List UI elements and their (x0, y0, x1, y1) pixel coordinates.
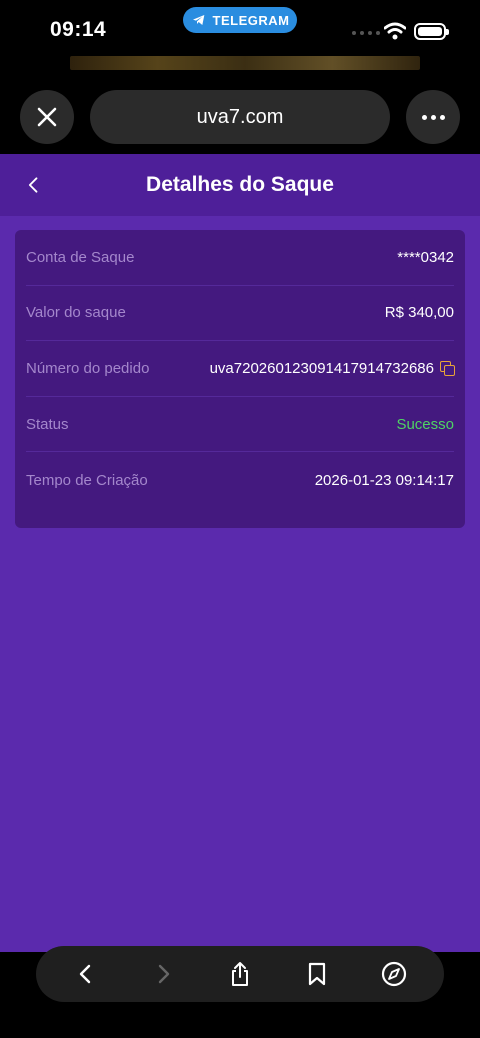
detail-label: Número do pedido (26, 359, 150, 377)
share-button[interactable] (220, 954, 260, 994)
compass-icon (381, 961, 406, 987)
telegram-label: TELEGRAM (212, 12, 290, 28)
back-to-telegram-pill[interactable]: TELEGRAM (183, 7, 297, 33)
wifi-icon (384, 22, 406, 40)
battery-icon (414, 23, 449, 40)
detail-label: Valor do saque (26, 304, 126, 322)
close-icon (37, 107, 57, 127)
order-number-value: uva72026012309141791473268​6 (209, 359, 455, 377)
detail-value: 2026-01-23 09:14:17 (314, 471, 454, 489)
status-badge: Sucesso (396, 415, 454, 433)
detail-row-order-number: Número do pedido uva72026012309141791473… (26, 341, 455, 397)
detail-label: Status (26, 415, 69, 433)
detail-value: ****0342 (397, 248, 454, 266)
browser-bottom-bar (0, 946, 480, 1038)
more-icon (421, 114, 427, 120)
detail-row-amount: Valor do saque R$ 340,00 (26, 286, 454, 342)
chevron-right-icon (158, 964, 170, 984)
detail-row-status: Status Sucesso (26, 397, 454, 453)
detail-value: uva72026012309141791473268​6 (209, 359, 434, 377)
close-browser-button[interactable] (20, 90, 74, 144)
clock: 09:14 (50, 18, 107, 41)
more-options-button[interactable] (406, 90, 460, 144)
bookmark-icon (308, 962, 325, 986)
detail-label: Tempo de Criação (26, 471, 148, 489)
withdrawal-details-card: Conta de Saque ****0342 Valor do saque R… (15, 230, 465, 528)
browser-top-bar: uva7.com (0, 70, 480, 154)
page-header: Detalhes do Saque (0, 154, 480, 216)
url-bar[interactable]: uva7.com (90, 90, 390, 144)
share-icon (231, 962, 248, 986)
background-app-preview (70, 56, 420, 70)
detail-row-account: Conta de Saque ****0342 (26, 230, 454, 286)
chevron-left-icon (28, 177, 38, 193)
copy-icon[interactable] (440, 361, 455, 377)
open-in-safari-button[interactable] (374, 954, 414, 994)
detail-row-created-time: Tempo de Criação 2026-01-23 09:14:17 (26, 452, 454, 508)
back-button[interactable] (22, 173, 46, 197)
detail-label: Conta de Saque (26, 248, 135, 266)
detail-value: R$ 340,00 (384, 304, 454, 322)
chevron-left-icon (80, 964, 91, 984)
bookmarks-button[interactable] (297, 954, 337, 994)
cellular-signal-icon (352, 31, 380, 35)
page-content: Detalhes do Saque Conta de Saque ****034… (0, 154, 480, 952)
telegram-icon (192, 15, 204, 25)
browser-back-button[interactable] (66, 954, 106, 994)
url-text: uva7.com (196, 105, 284, 128)
browser-toolbar (36, 946, 444, 1002)
page-title: Detalhes do Saque (146, 173, 334, 196)
browser-forward-button[interactable] (143, 954, 183, 994)
status-bar: 09:14 TELEGRAM (0, 0, 480, 70)
